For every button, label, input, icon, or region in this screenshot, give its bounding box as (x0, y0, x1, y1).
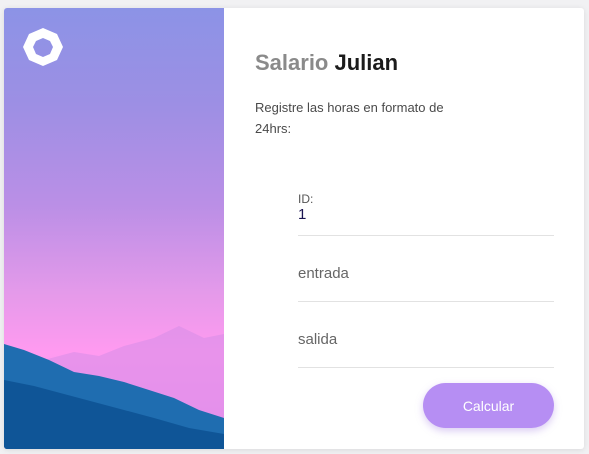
title-dark-text: Julian (334, 50, 399, 75)
mountain-landscape (4, 326, 224, 449)
octagon-ring-logo-icon (23, 28, 63, 66)
entrada-field (298, 250, 554, 302)
id-field[interactable]: ID: 1 (298, 184, 554, 236)
salida-field (298, 316, 554, 368)
form-panel: Salario Julian Registre las horas en for… (224, 8, 584, 449)
title-light-text: Salario (255, 50, 329, 75)
salida-input[interactable] (298, 326, 538, 352)
entrada-input[interactable] (298, 260, 538, 286)
calcular-button[interactable]: Calcular (423, 383, 554, 428)
instructions-text: Registre las horas en formato de 24hrs: (255, 100, 444, 136)
id-value: 1 (298, 206, 307, 223)
page-title: Salario Julian (255, 50, 398, 76)
id-label: ID: (298, 192, 314, 206)
sidebar-image (4, 8, 224, 449)
salary-card: Salario Julian Registre las horas en for… (4, 8, 584, 449)
